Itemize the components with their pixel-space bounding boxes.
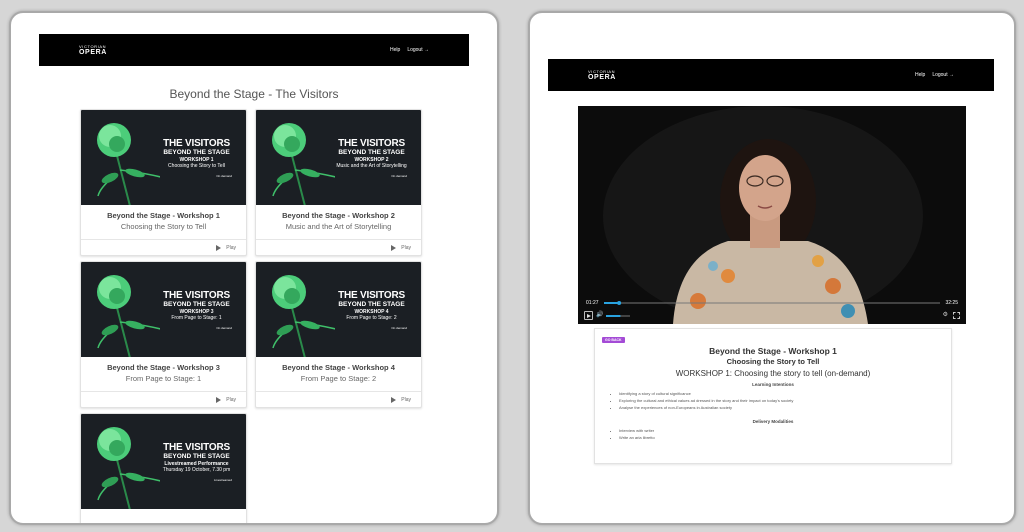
card-thumbnail[interactable]: THE VISITORS BEYOND THE STAGE WORKSHOP 4… (256, 262, 421, 357)
card-thumbnail[interactable]: THE VISITORS BEYOND THE STAGE Livestream… (81, 414, 246, 509)
top-navbar: VICTORIAN OPERA Help Logout → (548, 59, 994, 91)
green-flower-illustration (97, 275, 160, 357)
promo-text: THE VISITORS BEYOND THE STAGE WORKSHOP 4… (338, 290, 407, 331)
workshop-subtitle: Choosing the Story to Tell (726, 357, 820, 366)
workshop-details-card: GO BACK Beyond the Stage - Workshop 1 Ch… (594, 328, 952, 464)
logout-label: Logout (407, 47, 423, 53)
card-subtitle: Music and the Art of Storytelling (285, 222, 392, 231)
help-link[interactable]: Help (915, 72, 925, 78)
list-item: Analyse the experiences of non-Europeans… (619, 404, 793, 411)
logout-link[interactable]: Logout → (932, 72, 954, 78)
logout-icon: → (424, 47, 429, 53)
learning-intentions-heading: Learning Intentions (752, 382, 794, 387)
green-flower-illustration (97, 427, 160, 509)
play-label: Play (401, 244, 411, 251)
fullscreen-icon[interactable] (953, 312, 960, 319)
play-label: Play (226, 244, 236, 251)
green-flower-illustration (272, 123, 335, 205)
page-title: Beyond the Stage - The Visitors (169, 87, 339, 101)
play-button[interactable]: Play (256, 391, 421, 407)
play-icon (216, 244, 222, 251)
volume-slider[interactable] (606, 313, 630, 319)
card-thumbnail[interactable]: THE VISITORS BEYOND THE STAGE WORKSHOP 3… (81, 262, 246, 357)
logout-icon: → (949, 72, 954, 78)
video-controls: 01:27 32:25 🔊 ⚙ (578, 298, 966, 324)
card-subtitle: From Page to Stage: 2 (300, 374, 377, 383)
performance-card[interactable]: THE VISITORS BEYOND THE STAGE Livestream… (80, 413, 247, 523)
green-flower-illustration (97, 123, 160, 205)
workshop-card-3[interactable]: THE VISITORS BEYOND THE STAGE WORKSHOP 3… (80, 261, 247, 408)
settings-icon[interactable]: ⚙ (943, 311, 948, 318)
current-time: 01:27 (586, 300, 599, 306)
promo-text: THE VISITORS BEYOND THE STAGE Livestream… (162, 442, 232, 483)
list-item: Write an aria libretto (619, 434, 655, 441)
progress-bar[interactable] (604, 300, 940, 306)
workshop-card-4[interactable]: THE VISITORS BEYOND THE STAGE WORKSHOP 4… (255, 261, 422, 408)
card-thumbnail[interactable]: THE VISITORS BEYOND THE STAGE WORKSHOP 2… (256, 110, 421, 205)
play-icon (391, 244, 397, 251)
play-icon[interactable] (584, 311, 593, 320)
listing-window: VICTORIAN OPERA Help Logout → Beyond the… (9, 11, 499, 525)
logout-label: Logout (932, 72, 948, 78)
workshop-title: Beyond the Stage - Workshop 1 (709, 346, 837, 356)
victorian-opera-logo[interactable]: VICTORIAN OPERA (79, 44, 107, 56)
go-back-button[interactable]: GO BACK (602, 337, 625, 343)
play-button[interactable]: Play (256, 239, 421, 255)
card-subtitle: From Page to Stage: 1 (125, 374, 202, 383)
learning-intentions-list: Identifying a story of cultural signific… (613, 390, 793, 412)
play-label: Play (401, 396, 411, 403)
card-title[interactable]: Beyond the Stage - Workshop 4 (256, 363, 421, 372)
volume-icon[interactable]: 🔊 (596, 311, 603, 318)
card-subtitle: Choosing the Story to Tell (120, 222, 207, 231)
duration: 32:25 (945, 300, 958, 306)
video-player[interactable]: 01:27 32:25 🔊 ⚙ (578, 106, 966, 324)
presenter-video-frame (578, 106, 966, 324)
list-item: Interview with writer (619, 427, 655, 434)
green-flower-illustration (272, 275, 335, 357)
play-icon (391, 396, 397, 403)
card-title[interactable]: Beyond the Stage - Workshop 1 (81, 211, 246, 220)
delivery-modalities-list: Interview with writer Write an aria libr… (613, 427, 655, 441)
logout-link[interactable]: Logout → (407, 47, 429, 53)
workshop-card-1[interactable]: THE VISITORS BEYOND THE STAGE WORKSHOP 1… (80, 109, 247, 256)
help-link[interactable]: Help (390, 47, 400, 53)
top-navbar: VICTORIAN OPERA Help Logout → (39, 34, 469, 66)
workshop-heading: WORKSHOP 1: Choosing the story to tell (… (675, 369, 871, 378)
play-button[interactable]: Play (81, 239, 246, 255)
card-thumbnail[interactable]: THE VISITORS BEYOND THE STAGE WORKSHOP 1… (81, 110, 246, 205)
promo-text: THE VISITORS BEYOND THE STAGE WORKSHOP 1… (163, 138, 232, 179)
play-icon (216, 396, 222, 403)
promo-text: THE VISITORS BEYOND THE STAGE WORKSHOP 3… (163, 290, 232, 331)
player-window: VICTORIAN OPERA Help Logout → 01:27 32:2… (528, 11, 1016, 525)
delivery-modalities-heading: Delivery Modalities (752, 419, 794, 424)
play-button[interactable]: Play (81, 391, 246, 407)
list-item: Identifying a story of cultural signific… (619, 390, 793, 397)
play-label: Play (226, 396, 236, 403)
victorian-opera-logo[interactable]: VICTORIAN OPERA (588, 69, 616, 81)
list-item: Exploring the cultural and ethical value… (619, 397, 793, 404)
promo-text: THE VISITORS BEYOND THE STAGE WORKSHOP 2… (336, 138, 407, 179)
card-title[interactable]: Beyond the Stage - Workshop 3 (81, 363, 246, 372)
card-title[interactable]: Beyond the Stage - Workshop 2 (256, 211, 421, 220)
workshop-card-2[interactable]: THE VISITORS BEYOND THE STAGE WORKSHOP 2… (255, 109, 422, 256)
